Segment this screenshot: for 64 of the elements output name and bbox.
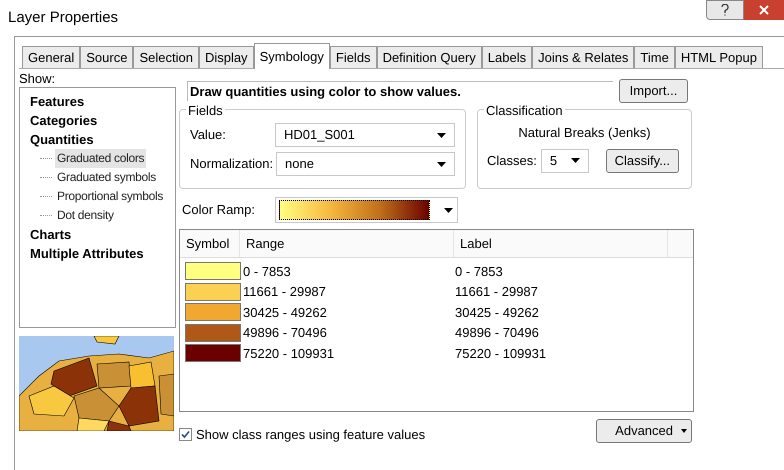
table-cell-text: 49896 - 70496 — [242, 324, 328, 342]
help-button[interactable] — [706, 0, 744, 20]
caret-icon — [437, 162, 446, 166]
tab[interactable]: Selection — [133, 46, 199, 68]
tab[interactable]: Definition Query — [376, 46, 482, 68]
color-swatch[interactable] — [185, 344, 241, 362]
color-swatch[interactable] — [185, 262, 241, 280]
tab[interactable]: Display — [198, 46, 254, 68]
caret-icon — [681, 428, 687, 433]
close-icon — [759, 5, 769, 15]
field-label: Color Ramp: — [182, 201, 256, 220]
tab[interactable]: Joins & Relates — [532, 46, 634, 68]
color-ramp-dropdown[interactable] — [275, 197, 458, 223]
field-label: Value: — [190, 126, 227, 144]
tab[interactable]: Time — [634, 46, 675, 68]
close-button[interactable] — [744, 0, 784, 20]
caret-icon — [570, 158, 580, 163]
tab[interactable]: Symbology — [254, 43, 330, 69]
table-cell-text: 30425 - 49262 — [242, 304, 328, 322]
tree-item[interactable]: Categories — [28, 111, 100, 130]
advanced-button[interactable]: Advanced — [596, 418, 692, 443]
color-swatch[interactable] — [185, 324, 241, 342]
tree-item[interactable]: Quantities — [28, 130, 96, 149]
show-label: Show: — [19, 71, 56, 86]
tree-item[interactable]: Multiple Attributes — [28, 244, 146, 263]
table-cell-text: 30425 - 49262 — [455, 304, 539, 322]
tab[interactable]: Source — [80, 46, 134, 68]
table-cell-text: 75220 - 109931 — [242, 344, 336, 362]
field-label: Classes: — [487, 152, 537, 170]
classification-method: Natural Breaks (Jenks) — [518, 124, 651, 142]
table-cell-text: 11661 - 29987 — [455, 283, 538, 301]
import-button[interactable]: Import... — [619, 79, 688, 103]
checkbox[interactable] — [179, 428, 192, 442]
table-cell-text: 11661 - 29987 — [242, 283, 327, 301]
tree-item[interactable]: Dot density — [55, 206, 116, 225]
classify-button[interactable]: Classify... — [606, 148, 679, 172]
column-header[interactable]: Symbol — [180, 230, 240, 257]
tree-item[interactable]: Proportional symbols — [55, 187, 166, 206]
value-dropdown[interactable]: HD01_S001 — [275, 123, 455, 147]
column-header[interactable]: Range — [240, 230, 454, 257]
window-title: Layer Properties — [8, 8, 118, 28]
tab[interactable]: Fields — [330, 46, 377, 68]
tab[interactable]: General — [22, 46, 80, 68]
tree-item[interactable]: Charts — [28, 225, 74, 244]
color-swatch[interactable] — [185, 303, 241, 322]
column-header[interactable]: Label — [454, 230, 668, 257]
tree-item[interactable]: Graduated colors — [55, 149, 146, 168]
tree-item[interactable]: Graduated symbols — [55, 168, 158, 187]
table-cell-text: 49896 - 70496 — [455, 324, 539, 342]
tree-item[interactable]: Features — [28, 92, 86, 111]
checkbox-label: Show class ranges using feature values — [196, 426, 426, 444]
help-icon — [721, 4, 729, 16]
color-swatch[interactable] — [185, 282, 241, 301]
tab[interactable]: Labels — [482, 46, 532, 68]
check-icon — [181, 430, 190, 440]
classes-dropdown[interactable]: 5 — [540, 148, 589, 172]
table-cell-text: 0 - 7853 — [242, 262, 292, 280]
normalization-dropdown[interactable]: none — [276, 152, 455, 176]
table-cell-text: 0 - 7853 — [455, 262, 503, 280]
field-label: Normalization: — [190, 155, 272, 174]
table-cell-text: 75220 - 109931 — [455, 344, 546, 362]
caret-icon — [437, 132, 446, 138]
tab[interactable]: HTML Popup — [674, 46, 763, 68]
caret-icon — [444, 208, 453, 212]
